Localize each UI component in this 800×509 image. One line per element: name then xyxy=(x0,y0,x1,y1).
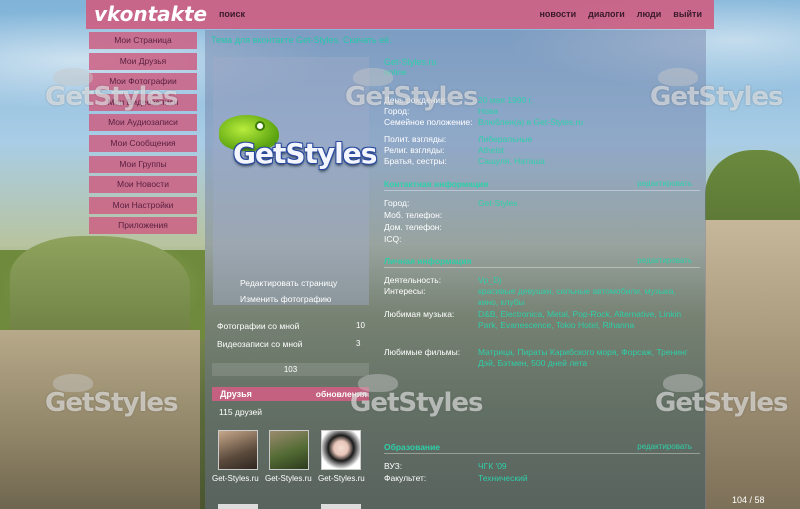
info-value[interactable]: D&B, Electronica, Metal, Pop-Rock, Alter… xyxy=(478,309,698,330)
profile-photo[interactable] xyxy=(213,57,369,305)
edit-education-link[interactable]: редактировать xyxy=(637,442,692,451)
info-label: Моб. телефон: xyxy=(384,210,443,220)
sidebar-item-my-friends[interactable]: Мои Друзья xyxy=(89,52,197,70)
edit-page-link[interactable]: Редактировать страницу xyxy=(240,278,337,288)
photo-logo-text: GetStyles xyxy=(233,137,377,170)
page-counter: 104 / 58 xyxy=(732,495,765,505)
profile-name: Get-Styles.ru xyxy=(384,57,437,67)
photos-with-me-link[interactable]: Фотографии со мной xyxy=(217,321,299,331)
sidebar-menu: Мои Страница Мои Друзья Мои Фотографии М… xyxy=(89,32,197,238)
sidebar-item-my-videos[interactable]: Мои Видеозаписи xyxy=(89,93,197,111)
background-temple-right xyxy=(705,220,800,509)
info-value[interactable]: Get-Styles xyxy=(478,198,698,209)
profile-photo-logo: GetStyles xyxy=(213,115,377,175)
info-label: Религ. взгляды: xyxy=(384,145,445,155)
friends-count[interactable]: 115 друзей xyxy=(219,407,262,417)
info-value[interactable]: Atheist xyxy=(478,145,698,156)
friend-avatar[interactable] xyxy=(218,430,258,470)
nav-links: новости диалоги люди выйти xyxy=(539,9,702,19)
friend-avatar[interactable] xyxy=(321,430,361,470)
info-value[interactable]: Влюблен(а) в Get-Styles.ru xyxy=(478,117,698,128)
friend-name[interactable]: Get-Styles.ru xyxy=(265,474,312,483)
info-value[interactable]: ЧГК '09 xyxy=(478,461,698,472)
info-label: Братья, сестры: xyxy=(384,156,447,166)
nav-news-link[interactable]: новости xyxy=(539,9,576,19)
info-label: Любимые фильмы: xyxy=(384,347,461,357)
top-navigation-bar: vkontakte поиск новости диалоги люди вый… xyxy=(86,0,714,29)
background-temple-left xyxy=(0,330,200,509)
contacts-section-header: Контактная информация редактировать xyxy=(384,178,700,191)
change-photo-link[interactable]: Изменить фотографию xyxy=(240,294,331,304)
personal-section-header: Личная информация редактировать xyxy=(384,255,700,268)
section-title: Образование xyxy=(384,442,441,452)
info-label: Деятельность: xyxy=(384,275,442,285)
info-label: Семейное положение: xyxy=(384,117,473,127)
info-label: День рождения: xyxy=(384,95,448,105)
info-value[interactable]: Нова xyxy=(478,106,698,117)
sidebar-item-my-settings[interactable]: Мои Настройки xyxy=(89,196,197,214)
info-label: Полит. взгляды: xyxy=(384,134,447,144)
nav-people-link[interactable]: люди xyxy=(637,9,662,19)
nav-search-link[interactable]: поиск xyxy=(219,9,245,19)
info-label: Город: xyxy=(384,198,410,208)
counter-bar: 103 xyxy=(212,363,369,376)
profile-main-panel: Тема для вконтакте Get-Styles. Скачать е… xyxy=(205,30,706,509)
info-label: Дом. телефон: xyxy=(384,222,442,232)
info-value[interactable]: 20 мая 1990 г. xyxy=(478,95,698,106)
sidebar-item-my-news[interactable]: Мои Новости xyxy=(89,176,197,194)
sidebar-item-my-groups[interactable]: Мои Группы xyxy=(89,155,197,173)
friends-header[interactable]: Друзья обновления xyxy=(212,387,369,401)
edit-contacts-link[interactable]: редактировать xyxy=(637,179,692,188)
info-value[interactable]: Технический xyxy=(478,473,698,484)
section-title: Контактная информация xyxy=(384,179,489,189)
profile-status[interactable]: Тема для вконтакте Get-Styles. Скачать е… xyxy=(211,35,392,45)
nav-logout-link[interactable]: выйти xyxy=(673,9,702,19)
friend-name[interactable]: Get-Styles.ru xyxy=(212,474,259,483)
friend-avatar-partial[interactable] xyxy=(321,504,361,509)
info-label: ВУЗ: xyxy=(384,461,403,471)
education-section-header: Образование редактировать xyxy=(384,441,700,454)
videos-with-me-count: 3 xyxy=(356,339,361,348)
friends-updates-link[interactable]: обновления xyxy=(316,389,367,399)
info-label: Любимая музыка: xyxy=(384,309,455,319)
sidebar-item-my-page[interactable]: Мои Страница xyxy=(89,32,197,49)
sidebar-item-my-audio[interactable]: Мои Аудиозаписи xyxy=(89,114,197,132)
info-label: Интересы: xyxy=(384,286,426,296)
info-label: ICQ: xyxy=(384,234,402,244)
info-label: Факультет: xyxy=(384,473,427,483)
info-value[interactable]: Vp_Dj xyxy=(478,275,698,286)
profile-online-status: online xyxy=(384,67,407,77)
sidebar-item-applications[interactable]: Приложения xyxy=(89,217,197,235)
info-label: Город: xyxy=(384,106,410,116)
friend-avatar-partial[interactable] xyxy=(218,504,258,509)
info-value[interactable]: красивые девушки, сильные автомобили, му… xyxy=(478,286,698,307)
sidebar-item-my-messages[interactable]: Мои Сообщения xyxy=(89,134,197,152)
edit-personal-link[interactable]: редактировать xyxy=(637,256,692,265)
friend-name[interactable]: Get-Styles.ru xyxy=(318,474,365,483)
background-hill-left xyxy=(10,236,190,336)
photos-with-me-count: 10 xyxy=(356,321,365,330)
sidebar-item-my-photos[interactable]: Мои Фотографии xyxy=(89,73,197,91)
info-value[interactable]: Либеральные xyxy=(478,134,698,145)
section-title: Личная информация xyxy=(384,256,472,266)
videos-with-me-link[interactable]: Видеозаписи со мной xyxy=(217,339,303,349)
nav-dialogs-link[interactable]: диалоги xyxy=(588,9,625,19)
site-logo[interactable]: vkontakte xyxy=(94,2,207,26)
chameleon-eye-icon xyxy=(255,121,265,131)
info-value[interactable]: Сашуля, Наташа xyxy=(478,156,698,167)
friends-title[interactable]: Друзья xyxy=(220,389,252,399)
friend-avatar[interactable] xyxy=(269,430,309,470)
info-value[interactable]: Матрица, Пираты Карибского моря, Форсаж,… xyxy=(478,347,698,368)
